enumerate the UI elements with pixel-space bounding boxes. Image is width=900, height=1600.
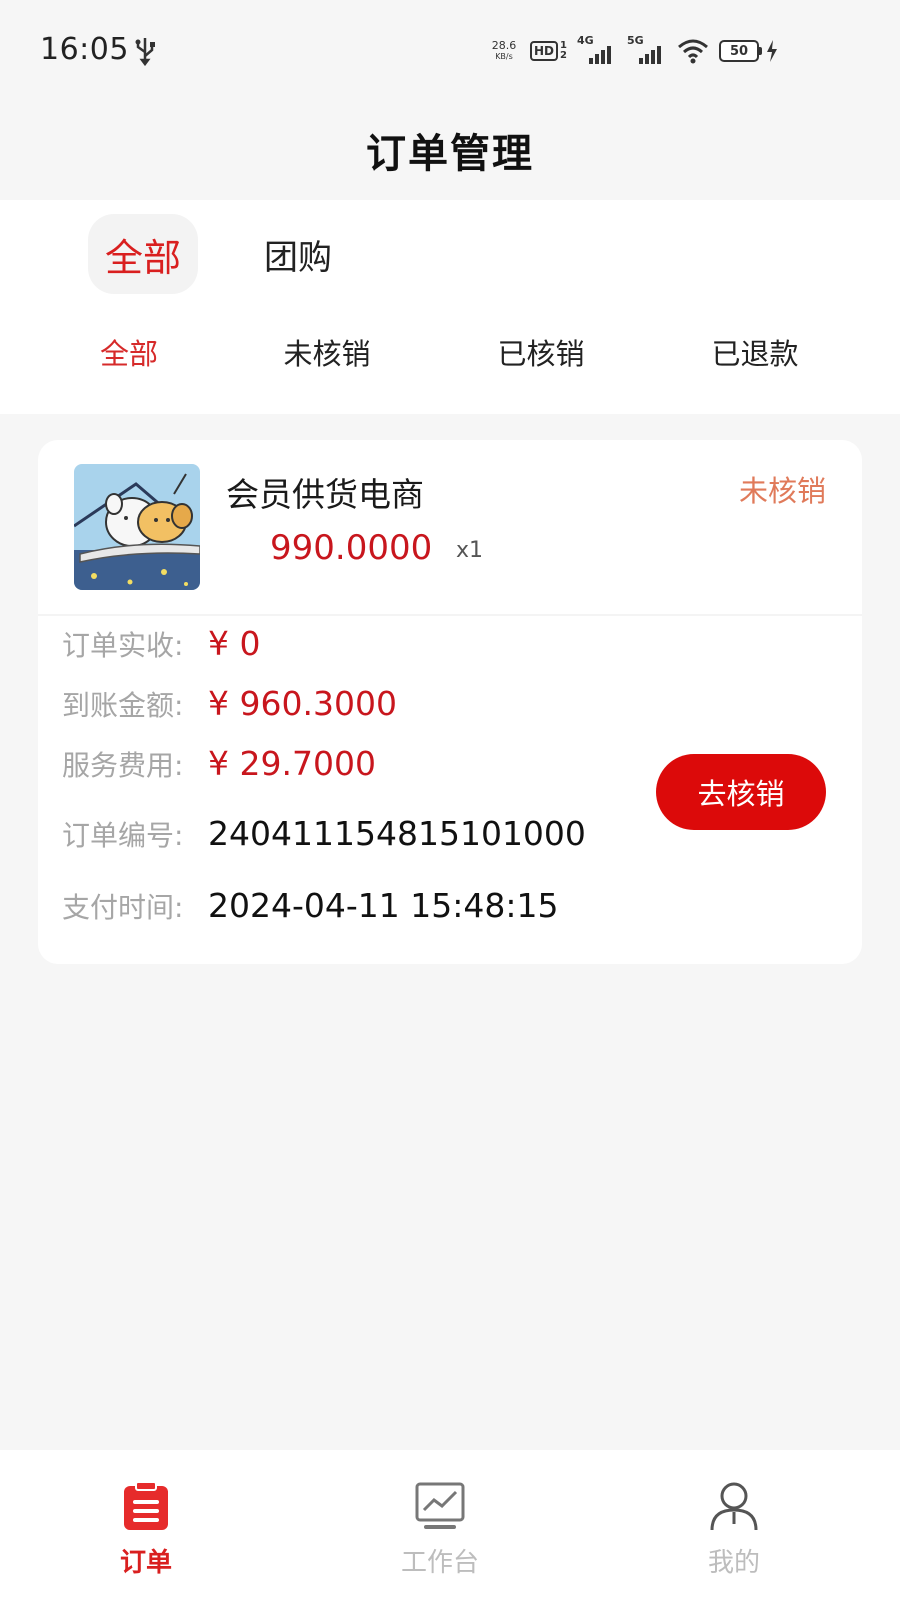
arrival-amount-value: ¥ 960.3000 — [208, 684, 397, 723]
status-tab-verified[interactable]: 已核销 — [466, 310, 616, 394]
nav-label-mine: 我的 — [707, 1548, 760, 1578]
card-divider — [38, 614, 862, 616]
hd-sub-bottom: 2 — [560, 50, 567, 61]
wifi-icon — [678, 39, 708, 64]
received-amount-value: ¥ 0 — [208, 624, 261, 663]
hd-label: HD — [530, 41, 559, 61]
nav-item-workbench[interactable]: 工作台 — [360, 1480, 520, 1590]
sim2-gen-label: 5G — [626, 34, 644, 47]
order-status-badge: 未核销 — [738, 474, 826, 508]
received-amount-label: 订单实收: — [62, 629, 184, 662]
order-number-label: 订单编号: — [62, 819, 184, 852]
order-card[interactable]: 会员供货电商 未核销 990.0000 x1 订单实收: ¥ 0 到账金额: ¥… — [38, 440, 862, 964]
filter-panel: 全部 团购 全部 未核销 已核销 已退款 — [0, 200, 900, 414]
type-tab-all[interactable]: 全部 — [88, 214, 198, 294]
service-fee-label: 服务费用: — [62, 749, 184, 782]
status-tab-all[interactable]: 全部 — [54, 310, 204, 394]
order-number-row: 订单编号: 240411154815101000 — [62, 814, 586, 854]
unit-price: 990.0000 — [270, 528, 433, 568]
user-icon — [710, 1482, 758, 1531]
bottom-nav: 订单 工作台 我的 — [0, 1450, 900, 1600]
service-fee-row: 服务费用: ¥ 29.7000 — [62, 744, 376, 784]
network-speed-unit: KB/s — [495, 52, 513, 61]
verify-button[interactable]: 去核销 — [656, 754, 826, 830]
nav-label-workbench: 工作台 — [400, 1548, 479, 1578]
usb-icon — [135, 38, 155, 66]
status-icons: 28.6 KB/s HD 12 4G 5G 50 — [488, 34, 778, 68]
status-tabs: 全部 未核销 已核销 已退款 — [0, 310, 900, 394]
status-bar: 16:05 28.6 KB/s HD 12 4G 5G 50 — [0, 0, 900, 100]
page-title: 订单管理 — [366, 131, 534, 177]
hd-voice-icon: HD 12 — [530, 41, 567, 61]
battery-level: 50 — [729, 43, 749, 59]
payment-time-row: 支付时间: 2024-04-11 15:48:15 — [62, 886, 558, 926]
product-name: 会员供货电商 — [226, 475, 424, 514]
signal-sim1-icon: 4G — [577, 34, 617, 64]
network-speed-value: 28.6 — [491, 39, 517, 52]
arrival-amount-label: 到账金额: — [62, 689, 184, 722]
type-tab-group-buy[interactable]: 团购 — [258, 214, 338, 294]
service-fee-value: ¥ 29.7000 — [208, 744, 376, 783]
header: 订单管理 — [0, 100, 900, 200]
status-tab-unverified[interactable]: 未核销 — [252, 310, 402, 394]
payment-time-label: 支付时间: — [62, 891, 184, 924]
nav-label-orders: 订单 — [119, 1548, 172, 1578]
charging-icon — [766, 40, 777, 62]
network-speed: 28.6 KB/s — [488, 40, 520, 62]
signal-sim2-icon: 5G — [627, 34, 667, 64]
quantity: x1 — [456, 538, 484, 563]
nav-item-mine[interactable]: 我的 — [654, 1480, 814, 1590]
status-time: 16:05 — [40, 32, 129, 67]
product-thumbnail — [74, 464, 200, 590]
battery-icon: 50 — [718, 40, 778, 62]
clipboard-icon — [124, 1481, 168, 1530]
nav-item-orders[interactable]: 订单 — [66, 1480, 226, 1590]
payment-time-value: 2024-04-11 15:48:15 — [208, 886, 559, 925]
chart-monitor-icon — [415, 1482, 465, 1529]
order-number-value: 240411154815101000 — [208, 814, 586, 853]
arrival-amount-row: 到账金额: ¥ 960.3000 — [62, 684, 397, 724]
received-amount-row: 订单实收: ¥ 0 — [62, 624, 260, 664]
status-tab-refunded[interactable]: 已退款 — [680, 310, 830, 394]
sim1-gen-label: 4G — [576, 34, 594, 47]
